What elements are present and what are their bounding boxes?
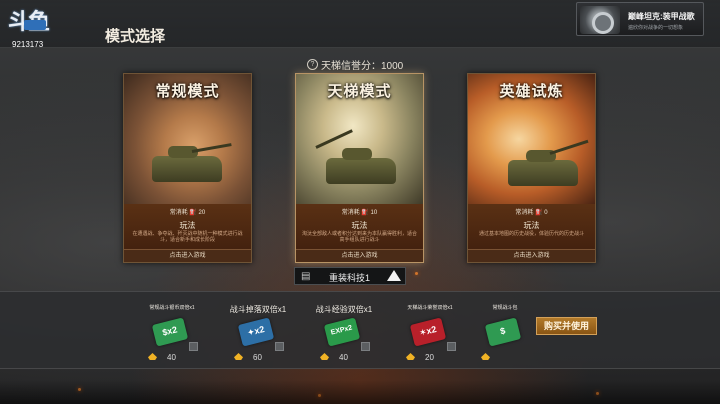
ladder-score-label: 天梯信誉分：1000 [321,61,404,72]
boost-item[interactable]: 常规战斗包 $ [465,292,545,368]
mode-play-label: 玩法 [179,221,196,230]
item-price: 20 [425,353,434,362]
item-checkbox[interactable] [275,342,284,351]
enter-game-button[interactable]: 点击进入游戏 [296,249,423,262]
mode-title: 英雄试炼 [499,83,564,100]
tank-graphic [508,160,578,186]
boost-item[interactable]: 战斗经验双倍x1 EXPx2 40 [304,292,384,368]
ember-particle [415,272,418,275]
item-name: 常规战斗银币双倍x1 [149,305,195,311]
mode-card-ladder[interactable]: 天梯模式 常消耗 ⛽ 10 玩法 淘汰全部敌人或者积分达到来为本队赢得胜利，适合… [295,73,424,263]
ladder-badge-icon: ? [307,59,318,70]
item-checkbox[interactable] [447,342,456,351]
item-checkbox[interactable] [361,342,370,351]
mode-description: 通过基本地图的历史战役，体验历代的历史战斗 [478,231,584,237]
item-checkbox[interactable] [189,342,198,351]
tank-graphic [152,156,222,182]
drop-ticket-icon: ✦x2 [237,317,275,347]
game-thumbnail [580,6,620,34]
mode-play-label: 玩法 [351,221,368,230]
mode-description: 在遭遇战、争夺战、歼灭战中随机一种模式进行战斗，适合新手和成长阶段 [132,231,243,243]
game-promo-card[interactable]: 巅峰坦克:装甲战歌 遍欣你对战争的一切想象 [576,2,704,36]
tank-graphic [326,158,396,184]
promo-title: 巅峰坦克:装甲战歌 [628,12,695,21]
ladder-score: ? 天梯信誉分：1000 [307,57,403,72]
buy-and-use-button[interactable]: 购买并使用 [536,317,597,335]
honor-ticket-icon: ✶x2 [409,317,447,347]
mode-cost: 常消耗 ⛽ 20 [169,210,206,216]
boost-items-band: 常规战斗银币双倍x1 $x2 40 战斗掉落双倍x1 ✦x2 60 战斗经验双倍… [0,291,720,369]
enter-game-button[interactable]: 点击进入游戏 [124,249,251,262]
boost-item[interactable]: 常规战斗银币双倍x1 $x2 40 [132,292,212,368]
bottom-fade [0,380,720,404]
mode-play-label: 玩法 [523,221,540,230]
boost-item[interactable]: 战斗掉落双倍x1 ✦x2 60 [218,292,298,368]
item-name: 常规战斗包 [492,305,518,311]
mode-description: 淘汰全部敌人或者积分达到来为本队赢得胜利，适合高手组队进行战斗 [302,231,418,243]
gold-icon [320,353,329,360]
promo-subtitle: 遍欣你对战争的一切想象 [628,25,684,31]
item-price: 60 [253,353,262,362]
room-id: 9213173 [12,40,44,49]
gold-icon [481,353,490,360]
gold-icon [234,353,243,360]
exp-ticket-icon: EXPx2 [323,317,361,347]
gold-icon [148,353,157,360]
mode-card-normal[interactable]: 常规模式 常消耗 ⛽ 20 玩法 在遭遇战、争夺战、歼灭战中随机一种模式进行战斗… [123,73,252,263]
enter-game-button[interactable]: 点击进入游戏 [468,249,595,262]
mode-cost: 常消耗 ⛽ 10 [341,210,378,216]
item-price: 40 [167,353,176,362]
tech-selector[interactable]: ▤ 重装科技1 [294,267,406,285]
mode-title: 常规模式 [155,83,220,100]
tech-label: 重装科技1 [329,273,371,283]
mode-cost: 常消耗 ⛽ 0 [515,210,548,216]
mode-card-hero[interactable]: 英雄试炼 常消耗 ⛽ 0 玩法 通过基本地图的历史战役，体验历代的历史战斗 点击… [467,73,596,263]
item-name: 战斗掉落双倍x1 [229,305,287,314]
mode-title: 天梯模式 [327,83,392,100]
gold-icon [406,353,415,360]
item-name: 天梯战斗荣誉双倍x1 [407,305,453,311]
document-icon: ▤ [301,271,311,282]
item-name: 战斗经验双倍x1 [315,305,373,314]
douyu-logo: 斗鱼 [8,4,52,35]
page-title: 模式选择 [105,28,166,45]
expand-up-icon[interactable] [387,270,401,281]
boost-item[interactable]: 天梯战斗荣誉双倍x1 ✶x2 20 [390,292,470,368]
silver-ticket-icon: $x2 [151,317,189,347]
top-bar: 斗鱼 9213173 模式选择 巅峰坦克:装甲战歌 遍欣你对战争的一切想象 [0,0,720,49]
silver-ticket-icon: $ [484,317,522,347]
item-price: 40 [339,353,348,362]
